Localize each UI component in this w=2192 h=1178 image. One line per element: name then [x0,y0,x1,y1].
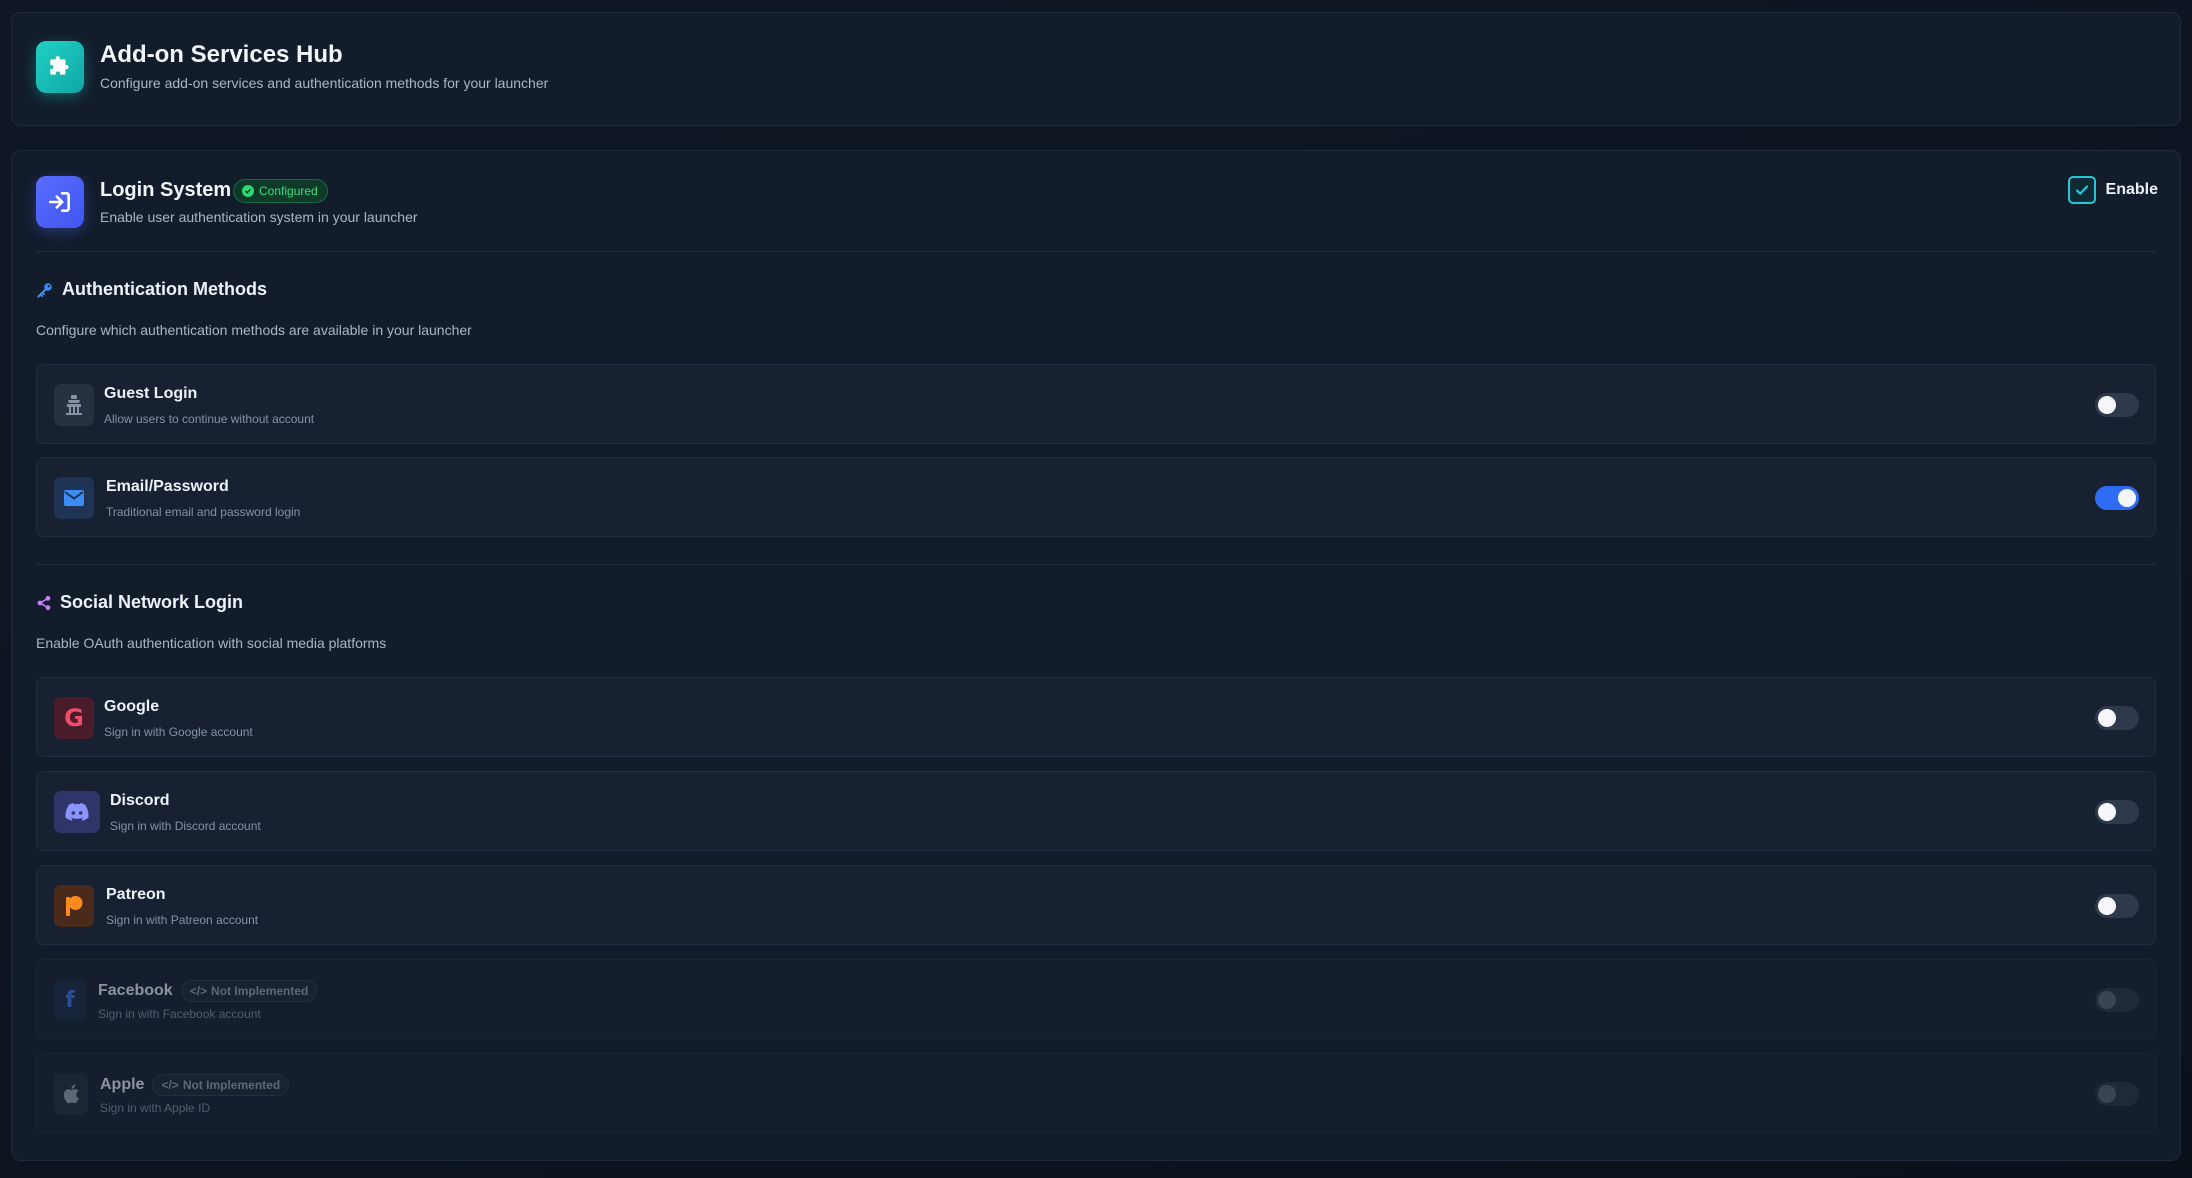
social-login-title: Social Network Login [60,592,244,612]
enable-label[interactable]: Enable [2106,181,2158,199]
social-card-facebook: f Facebook </> Not Implemented Sign in w… [36,959,2156,1039]
social-name: Facebook [98,982,173,999]
apple-toggle [2095,1082,2139,1106]
divider [36,251,2156,252]
enable-checkbox[interactable] [2067,176,2096,204]
auth-method-name: Guest Login [104,385,198,402]
social-name: Apple [100,1076,145,1093]
auth-methods-heading: Authentication Methods [36,279,267,300]
login-system-title: Login System [100,179,232,201]
not-implemented-badge: </> Not Implemented [152,1074,290,1096]
login-system-subtitle: Enable user authentication system in you… [100,209,418,225]
key-icon [37,282,52,298]
social-name-row: Apple </> Not Implemented [100,1074,290,1096]
email-password-toggle[interactable] [2095,486,2139,510]
facebook-toggle [2095,988,2139,1012]
auth-methods-subtitle: Configure which authentication methods a… [36,322,472,338]
page-title: Add-on Services Hub [100,41,343,68]
status-badge: Configured [233,179,328,203]
patreon-icon [54,885,94,927]
social-name: Google [104,698,160,715]
discord-icon [54,791,100,833]
login-icon [36,176,84,228]
auth-method-card-email: Email/Password Traditional email and pas… [36,457,2156,537]
social-name: Discord [110,792,170,809]
social-card-google: G Google Sign in with Google account [36,677,2156,757]
auth-method-desc: Allow users to continue without account [104,412,315,426]
login-system-panel: Login System Configured Enable user auth… [11,150,2181,1161]
social-login-heading: Social Network Login [36,592,243,613]
puzzle-icon [36,41,84,93]
patreon-toggle[interactable] [2095,894,2139,918]
enable-control[interactable]: Enable [2067,176,2158,204]
guest-login-toggle[interactable] [2095,393,2139,417]
not-implemented-label: Not Implemented [182,1078,281,1092]
social-card-apple: Apple </> Not Implemented Sign in with A… [36,1053,2156,1133]
divider [36,564,2156,565]
auth-method-desc: Traditional email and password login [106,505,301,519]
social-card-discord: Discord Sign in with Discord account [36,771,2156,851]
header-panel: Add-on Services Hub Configure add-on ser… [11,12,2181,126]
social-card-patreon: Patreon Sign in with Patreon account [36,865,2156,945]
check-icon [2075,185,2088,195]
page-subtitle: Configure add-on services and authentica… [100,75,549,91]
discord-toggle[interactable] [2095,800,2139,824]
social-desc: Sign in with Discord account [110,819,261,833]
social-login-subtitle: Enable OAuth authentication with social … [36,635,387,651]
facebook-icon: f [54,979,86,1021]
social-desc: Sign in with Patreon account [106,913,259,927]
social-desc: Sign in with Facebook account [98,1007,261,1021]
not-implemented-label: Not Implemented [211,984,309,998]
code-icon: </> [161,1078,179,1092]
google-icon: G [54,697,94,739]
social-name-row: Facebook </> Not Implemented [98,980,318,1002]
social-name: Patreon [106,886,166,903]
auth-methods-title: Authentication Methods [62,279,267,299]
code-icon: </> [189,984,208,998]
envelope-icon [54,477,94,519]
check-circle-icon [242,185,254,197]
not-implemented-badge: </> Not Implemented [180,980,318,1002]
google-toggle[interactable] [2095,706,2139,730]
auth-method-card-guest: Guest Login Allow users to continue with… [36,364,2156,444]
share-icon [37,595,51,610]
auth-method-name: Email/Password [106,478,229,495]
status-badge-label: Configured [259,184,318,198]
social-desc: Sign in with Google account [104,725,253,739]
social-desc: Sign in with Apple ID [100,1101,211,1115]
guest-icon [54,384,94,426]
apple-icon [54,1073,88,1115]
